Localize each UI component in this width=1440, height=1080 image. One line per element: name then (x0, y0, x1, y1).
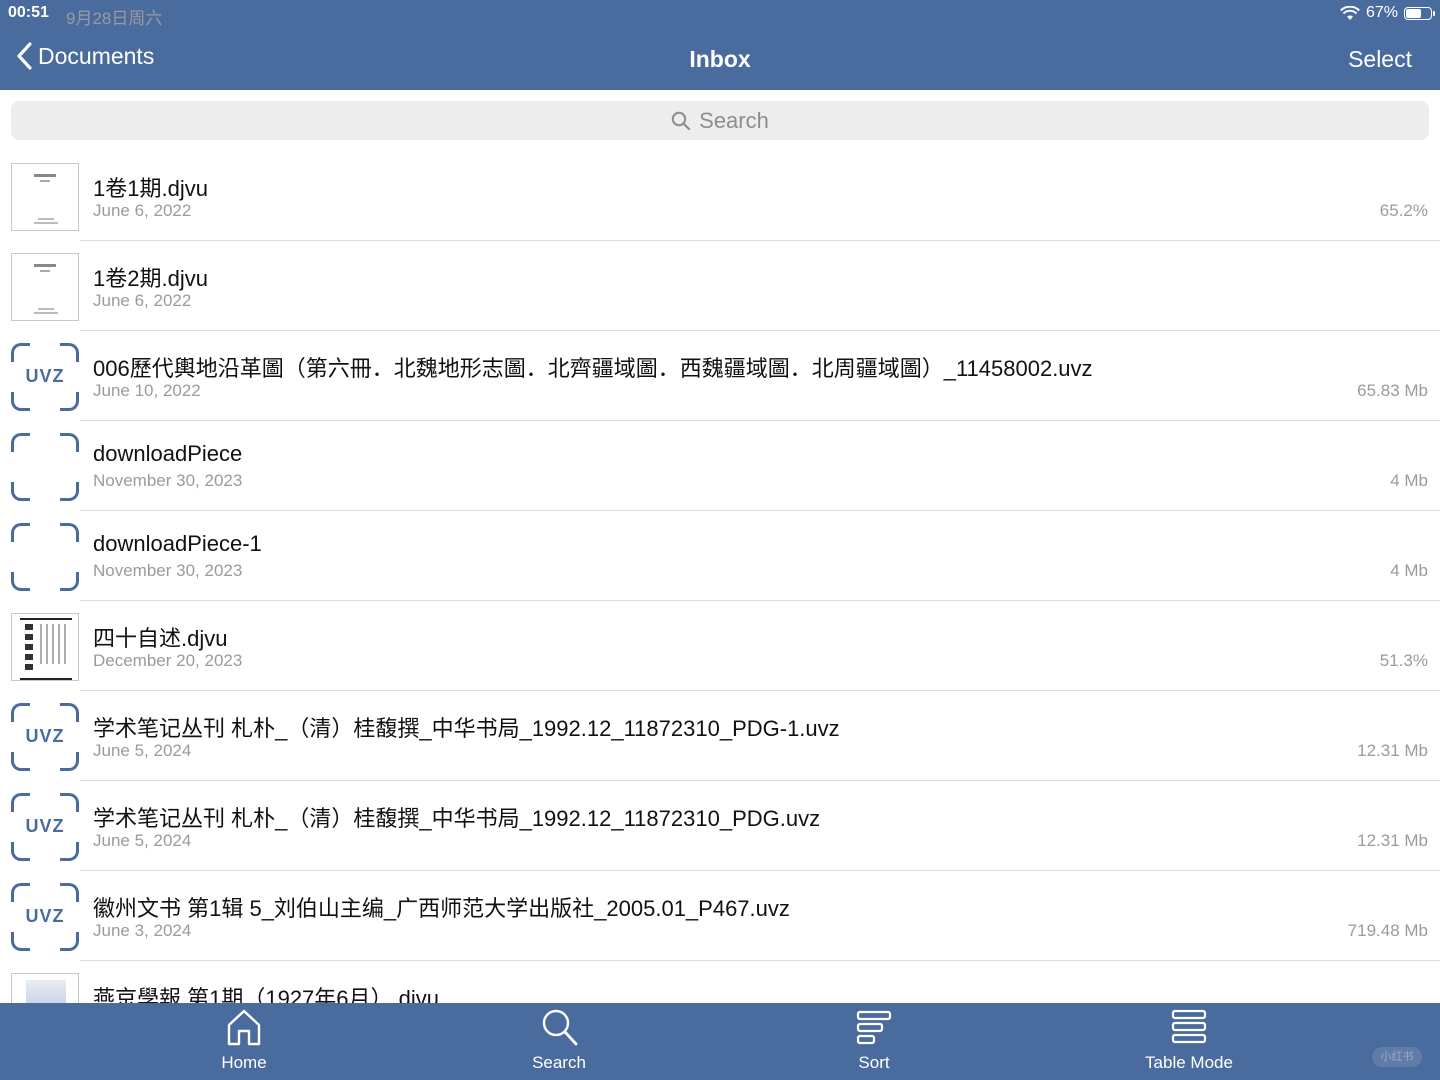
tab-bar: Home Search Sort Table Mode 小红书 (0, 1003, 1440, 1080)
file-size: 4 Mb (1390, 561, 1428, 580)
search-placeholder: Search (699, 107, 769, 133)
file-thumbnail (11, 253, 79, 321)
top-bar: 00:51 9月28日周六 67% Documents Inbox Select (0, 0, 1440, 90)
file-size: 719.48 Mb (1347, 921, 1428, 940)
uvz-file-icon: UVZ (11, 793, 79, 861)
generic-file-icon (11, 523, 79, 591)
file-date: June 6, 2022 (93, 291, 192, 310)
file-name: 燕京學報 第1期（1927年6月）.djvu (93, 986, 439, 1003)
generic-file-icon (11, 433, 79, 501)
file-type-badge: UVZ (25, 726, 65, 746)
file-date: June 10, 2022 (93, 381, 201, 400)
battery-icon (1404, 6, 1435, 20)
tab-sort[interactable]: Sort (774, 1003, 974, 1080)
search-icon (671, 111, 691, 130)
tab-home-label: Home (221, 1053, 267, 1072)
tab-sort-label: Sort (858, 1053, 890, 1072)
file-row[interactable]: 1卷2期.djvu June 6, 2022 (0, 241, 1440, 331)
battery-fill (1406, 8, 1421, 18)
wifi-icon (1340, 5, 1360, 20)
file-row[interactable]: UVZ 006歷代輿地沿革圖（第六冊．北魏地形志圖．北齊疆域圖．西魏疆域圖．北周… (0, 331, 1440, 421)
file-name: 006歷代輿地沿革圖（第六冊．北魏地形志圖．北齊疆域圖．西魏疆域圖．北周疆域圖）… (93, 356, 1093, 381)
table-mode-icon (1171, 1009, 1207, 1044)
file-date: November 30, 2023 (93, 471, 243, 490)
tab-table-mode-label: Table Mode (1145, 1053, 1233, 1072)
file-row[interactable]: downloadPiece November 30, 2023 4 Mb (0, 421, 1440, 511)
file-thumbnail (11, 613, 79, 681)
file-name: 1卷2期.djvu (93, 266, 208, 291)
battery-percent: 67% (1365, 4, 1398, 21)
file-date: June 6, 2022 (93, 201, 192, 220)
watermark-logo: 小红书 (1372, 1047, 1422, 1067)
file-progress: 65.2% (1379, 201, 1428, 220)
search-input[interactable]: Search (11, 101, 1429, 140)
file-date: June 3, 2024 (93, 921, 192, 940)
file-type-badge: UVZ (25, 366, 65, 386)
file-name: 学术笔记丛刊 札朴_（清）桂馥撰_中华书局_1992.12_11872310_P… (93, 806, 821, 831)
file-thumbnail (11, 973, 79, 1003)
status-time: 00:51 (8, 4, 49, 21)
sort-icon (856, 1010, 892, 1045)
uvz-file-icon: UVZ (11, 883, 79, 951)
file-name: downloadPiece (93, 441, 243, 466)
tab-search[interactable]: Search (459, 1003, 659, 1080)
file-size: 65.83 Mb (1357, 381, 1428, 400)
select-button[interactable]: Select (1348, 46, 1412, 73)
status-date: 9月28日周六 (66, 9, 163, 28)
uvz-file-icon: UVZ (11, 343, 79, 411)
file-size: 12.31 Mb (1357, 741, 1428, 760)
file-thumbnail (11, 163, 79, 231)
status-bar: 00:51 9月28日周六 67% (0, 4, 1440, 28)
search-icon (542, 1009, 578, 1046)
file-date: June 5, 2024 (93, 831, 192, 850)
status-right: 67% (1340, 4, 1435, 22)
file-type-badge: UVZ (25, 816, 65, 836)
file-row[interactable]: UVZ 学术笔记丛刊 札朴_（清）桂馥撰_中华书局_1992.12_118723… (0, 781, 1440, 871)
file-progress: 51.3% (1379, 651, 1428, 670)
file-date: December 20, 2023 (93, 651, 243, 670)
page-title: Inbox (689, 46, 751, 72)
file-size: 12.31 Mb (1357, 831, 1428, 850)
file-row[interactable]: UVZ 徽州文书 第1辑 5_刘伯山主编_广西师范大学出版社_2005.01_P… (0, 871, 1440, 961)
file-size: 4 Mb (1390, 471, 1428, 490)
tab-table-mode[interactable]: Table Mode (1089, 1003, 1289, 1080)
home-icon (227, 1009, 261, 1046)
file-name: downloadPiece-1 (93, 531, 262, 556)
tab-search-label: Search (532, 1053, 586, 1072)
navigation-bar: Documents Inbox Select (0, 40, 1440, 80)
file-date: November 30, 2023 (93, 561, 243, 580)
file-name: 学术笔记丛刊 札朴_（清）桂馥撰_中华书局_1992.12_11872310_P… (93, 716, 840, 741)
uvz-file-icon: UVZ (11, 703, 79, 771)
file-date: June 5, 2024 (93, 741, 192, 760)
tab-home[interactable]: Home (144, 1003, 344, 1080)
file-row[interactable]: 四十自述.djvu December 20, 2023 51.3% (0, 601, 1440, 691)
file-name: 四十自述.djvu (93, 626, 228, 651)
file-list: 1卷1期.djvu June 6, 2022 65.2% 1卷2期.djvu J… (0, 151, 1440, 1003)
file-row[interactable]: UVZ 学术笔记丛刊 札朴_（清）桂馥撰_中华书局_1992.12_118723… (0, 691, 1440, 781)
file-row[interactable]: 燕京學報 第1期（1927年6月）.djvu (0, 961, 1440, 1003)
file-row[interactable]: 1卷1期.djvu June 6, 2022 65.2% (0, 151, 1440, 241)
file-name: 徽州文书 第1辑 5_刘伯山主编_广西师范大学出版社_2005.01_P467.… (93, 896, 790, 921)
file-type-badge: UVZ (25, 906, 65, 926)
file-row[interactable]: downloadPiece-1 November 30, 2023 4 Mb (0, 511, 1440, 601)
file-name: 1卷1期.djvu (93, 176, 208, 201)
